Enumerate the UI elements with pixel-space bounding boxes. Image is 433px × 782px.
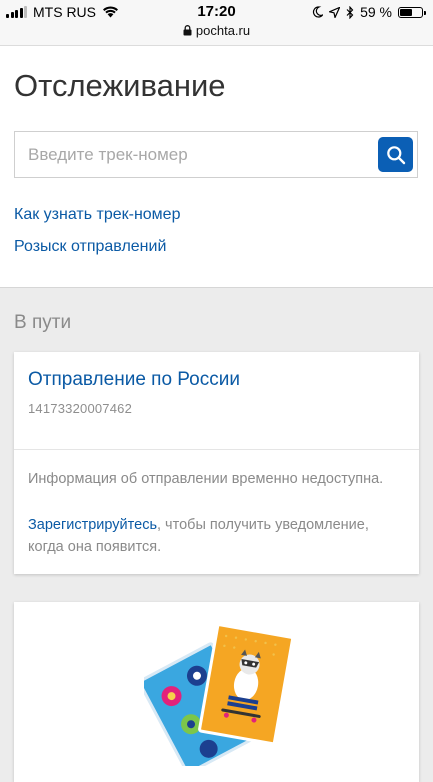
section-title-in-transit: В пути <box>14 312 72 333</box>
track-number: 14173320007462 <box>28 401 133 416</box>
search-box <box>14 131 418 178</box>
postcards-illustration <box>144 626 294 766</box>
card-divider <box>14 449 419 450</box>
track-number-input[interactable] <box>15 132 370 177</box>
bluetooth-icon <box>346 5 354 19</box>
status-right: 59 % <box>312 4 426 20</box>
how-to-find-track-number-link[interactable]: Как узнать трек-номер <box>14 206 180 224</box>
promo-card[interactable] <box>14 602 419 782</box>
search-icon <box>386 145 405 164</box>
moon-icon <box>313 6 324 18</box>
register-note: Зарегистрируйтесь, чтобы получить уведом… <box>28 514 408 558</box>
shipment-card[interactable]: Отправление по России 14173320007462 Инф… <box>14 352 419 574</box>
register-link[interactable]: Зарегистрируйтесь <box>28 517 157 533</box>
url-text: pochta.ru <box>195 23 251 38</box>
battery-icon <box>398 6 426 18</box>
address-bar[interactable]: pochta.ru <box>0 23 433 38</box>
location-arrow-icon <box>329 6 341 18</box>
search-shipments-link[interactable]: Розыск отправлений <box>14 238 166 256</box>
shipment-title[interactable]: Отправление по России <box>28 369 240 391</box>
battery-percent: 59 % <box>360 4 392 20</box>
status-bar: MTS RUS 17:20 pochta.ru 59 % <box>0 0 433 46</box>
lock-icon <box>183 25 192 36</box>
search-button[interactable] <box>378 137 413 172</box>
tracking-header-section: Отслеживание Как узнать трек-номер Розыс… <box>0 46 433 288</box>
page-title: Отслеживание <box>14 68 226 103</box>
shipment-info-text: Информация об отправлении временно недос… <box>28 471 384 487</box>
